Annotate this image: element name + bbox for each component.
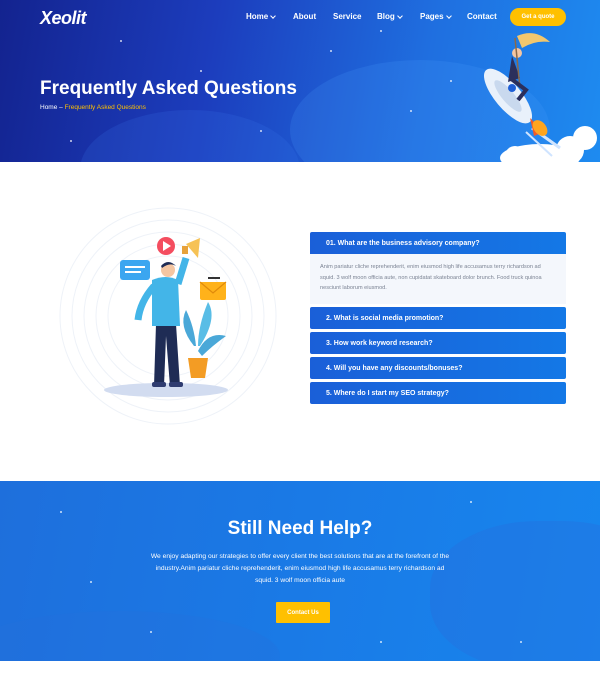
- breadcrumb-home-link[interactable]: Home: [40, 104, 57, 111]
- site-logo[interactable]: Xeolit: [40, 8, 87, 29]
- hero-bg-shape: [80, 110, 300, 162]
- chevron-down-icon: [445, 12, 452, 19]
- nav-item-label: Blog: [377, 12, 395, 21]
- help-bg-shape: [0, 611, 280, 661]
- faq-question-1[interactable]: 01. What are the business advisory compa…: [310, 232, 566, 254]
- nav-item-label: Service: [333, 12, 362, 21]
- help-title: Still Need Help?: [227, 518, 373, 539]
- help-bg-shape: [430, 521, 600, 661]
- faq-question-4[interactable]: 4. Will you have any discounts/bonuses?: [310, 357, 566, 379]
- nav-item-label: About: [293, 12, 317, 21]
- nav-item-about[interactable]: About: [293, 12, 316, 21]
- nav-item-blog[interactable]: Blog: [377, 12, 403, 21]
- help-description: We enjoy adapting our strategies to offe…: [150, 553, 450, 584]
- faq-question-5[interactable]: 5. Where do I start my SEO strategy?: [310, 382, 566, 404]
- faq-answer-1: Anim pariatur cliche reprehenderit, enim…: [310, 254, 566, 304]
- faq-accordion: 01. What are the business advisory compa…: [310, 232, 566, 407]
- nav-item-label: Home: [246, 12, 269, 21]
- contact-us-button[interactable]: Contact Us: [276, 602, 330, 623]
- chevron-down-icon: [396, 12, 403, 19]
- breadcrumb-separator: –: [57, 104, 65, 111]
- page-title: Frequently Asked Questions: [40, 78, 297, 99]
- nav-item-pages[interactable]: Pages: [420, 12, 452, 21]
- help-section: Still Need Help? We enjoy adapting our s…: [0, 481, 600, 661]
- faq-question-3[interactable]: 3. How work keyword research?: [310, 332, 566, 354]
- rocket-astronaut-icon: [483, 33, 597, 162]
- breadcrumb: Home – Frequently Asked Questions: [40, 104, 146, 111]
- nav-item-label: Pages: [420, 12, 444, 21]
- breadcrumb-current: Frequently Asked Questions: [64, 104, 146, 111]
- nav-item-home[interactable]: Home: [246, 12, 277, 21]
- faq-question-2[interactable]: 2. What is social media promotion?: [310, 307, 566, 329]
- hero-banner: Xeolit Home About Service Blog Pages Con…: [0, 0, 600, 162]
- chevron-down-icon: [270, 12, 277, 19]
- nav-item-service[interactable]: Service: [333, 12, 361, 21]
- man-with-megaphone-icon: [59, 207, 277, 425]
